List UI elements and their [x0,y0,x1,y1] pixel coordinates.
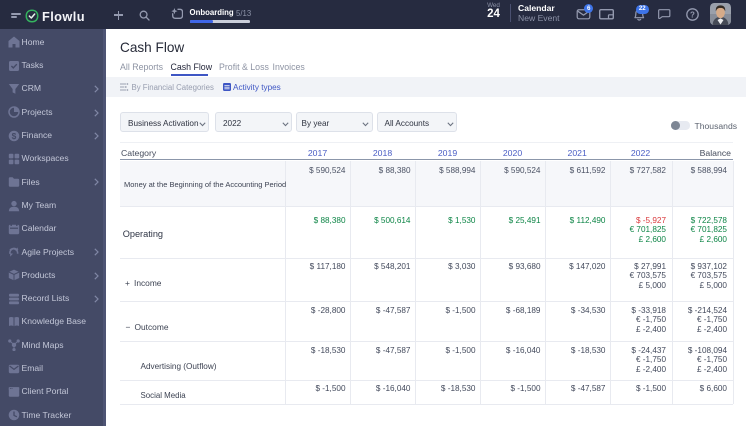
svg-text:?: ? [690,10,695,19]
svg-text:$: $ [12,131,17,141]
